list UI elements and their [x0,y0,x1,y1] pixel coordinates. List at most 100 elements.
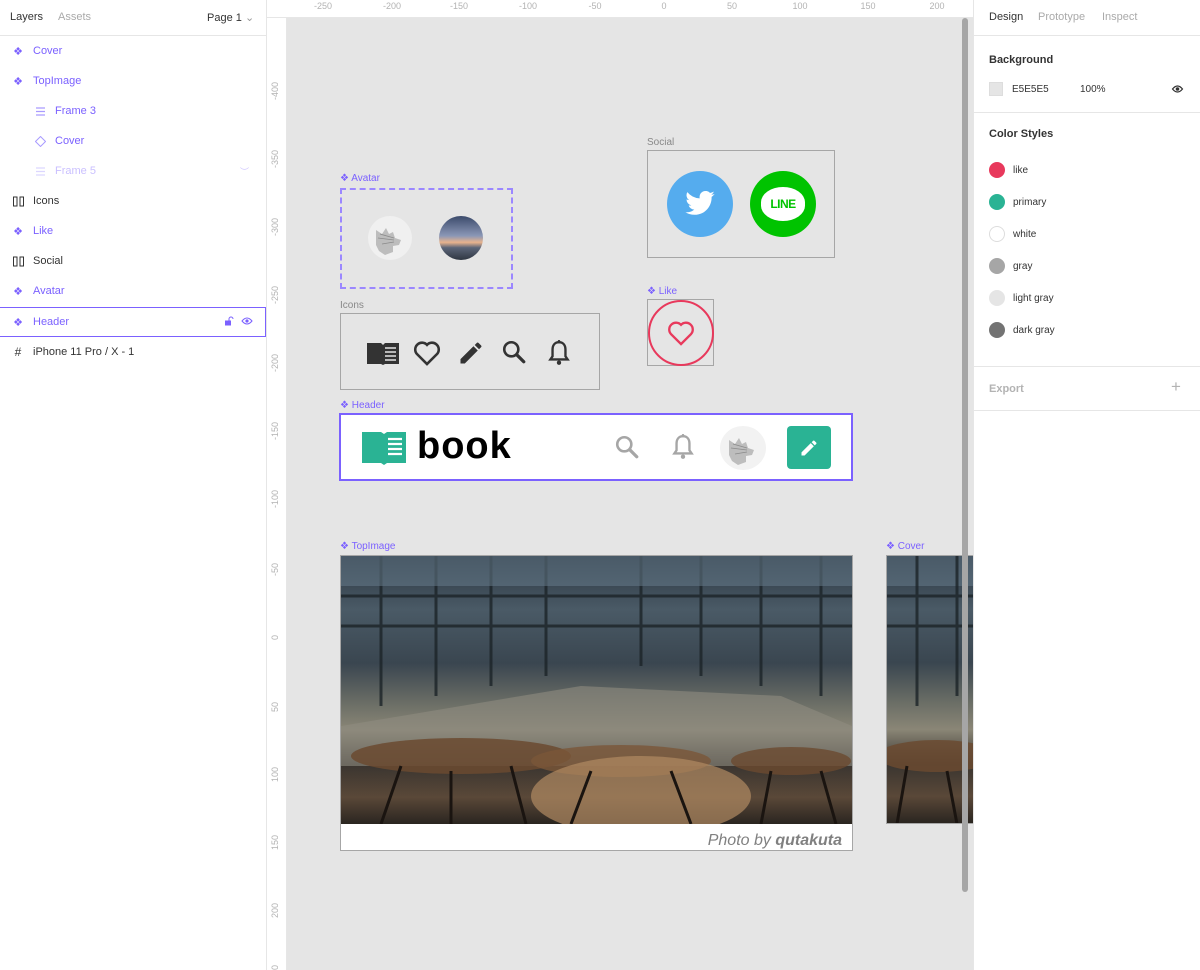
layer-label: Icons [33,195,60,207]
photo-credit-prefix: Photo by [707,832,771,849]
color-style-label: primary [1013,196,1047,208]
twitter-bird-icon [685,190,715,215]
tab-assets[interactable]: Assets [58,11,91,23]
canvas-scrollbar[interactable] [962,18,968,892]
avatar-moose-image [368,216,412,260]
header-component[interactable]: book [339,413,853,481]
component-icon: ❖ [13,285,23,298]
header-edit-button[interactable] [787,426,831,469]
twitter-button[interactable] [667,171,733,237]
layer-icons[interactable]: Icons [0,186,266,216]
layer-frame3[interactable]: Frame 3 [0,96,266,126]
like-heart-icon [668,321,694,346]
export-section: Export + [974,367,1200,411]
ruler-tick-label: 50 [726,1,738,11]
layer-avatar[interactable]: ❖ Avatar [0,276,266,306]
component-icon: ❖ [13,316,23,329]
eye-icon[interactable] [241,316,253,329]
layer-iphone-frame[interactable]: # iPhone 11 Pro / X - 1 [0,337,266,367]
layer-social[interactable]: Social [0,246,266,276]
ruler-tick-label: -200 [270,353,280,372]
background-opacity-value[interactable]: 100% [1080,84,1106,95]
icons-frame[interactable] [340,313,600,390]
tab-design[interactable]: Design [989,11,1023,23]
line-button[interactable]: LINE [750,171,816,237]
background-hex-value[interactable]: E5E5E5 [1012,84,1049,95]
color-style-item[interactable]: like [989,162,1028,178]
like-component[interactable] [647,299,714,366]
tab-prototype[interactable]: Prototype [1038,11,1085,23]
bell-icon [548,340,570,365]
properties-panel: Design Prototype Inspect Background E5E5… [973,0,1200,970]
color-swatch [989,290,1005,306]
header-avatar[interactable] [720,426,766,470]
layer-like[interactable]: ❖ Like [0,216,266,246]
rows-icon [34,105,46,117]
color-style-item[interactable]: light gray [989,290,1054,306]
color-styles-title: Color Styles [989,128,1054,140]
color-style-item[interactable]: white [989,226,1036,242]
add-export-plus-icon[interactable]: + [1171,377,1181,397]
ruler-tick-label: -50 [588,1,602,11]
avatar-component[interactable] [340,188,513,289]
tab-layers[interactable]: Layers [10,11,43,23]
frame-label-social[interactable]: Social [647,137,674,148]
page-selector[interactable]: Page 1 ⌄ [207,11,254,24]
frame-label-topimage[interactable]: ❖ TopImage [340,541,395,552]
instance-icon [34,135,46,147]
lock-icon[interactable] [224,316,234,329]
layer-header[interactable]: ❖ Header [0,307,266,337]
ruler-tick-label: -150 [270,421,280,440]
ruler-top: -250 -200 -150 -100 -50 0 50 100 150 200 [267,0,973,18]
ruler-left: -400 -350 -300 -250 -200 -150 -100 -50 0… [267,18,287,970]
frame-label-like[interactable]: ❖ Like [647,286,677,297]
ruler-tick-label: -350 [270,149,280,168]
frame-label-text: Avatar [351,173,380,184]
social-frame[interactable]: LINE [647,150,835,258]
ruler-tick-label: -50 [270,562,280,576]
tab-inspect[interactable]: Inspect [1102,11,1137,23]
photo-credit-author: qutakuta [775,832,842,849]
ruler-tick-label: -150 [449,1,469,11]
eye-icon[interactable] [1171,84,1184,94]
color-style-item[interactable]: primary [989,194,1046,210]
background-title: Background [989,54,1054,66]
layer-topimage[interactable]: ❖ TopImage [0,66,266,96]
color-swatch [989,162,1005,178]
frame-label-header[interactable]: ❖ Header [340,400,385,411]
line-bubble-icon: LINE [761,187,805,221]
layer-label: iPhone 11 Pro / X - 1 [33,346,135,358]
hidden-eye-icon[interactable]: ︶ [240,165,249,178]
layer-label: Cover [33,45,63,57]
color-style-item[interactable]: gray [989,258,1032,274]
background-color-swatch[interactable] [989,82,1003,96]
frame-label-text: TopImage [351,541,396,552]
header-search-icon[interactable] [614,434,640,460]
like-button[interactable] [648,300,714,366]
layer-cover[interactable]: ❖ Cover [0,36,266,66]
frame-label-cover[interactable]: ❖ Cover [886,541,924,552]
ruler-tick-label: 200 [929,1,945,11]
background-section: Background E5E5E5 100% [974,37,1200,113]
layer-frame5[interactable]: Frame 5 ︶ [0,156,266,186]
color-style-item[interactable]: dark gray [989,322,1055,338]
ruler-tick-label: 250 [270,965,280,970]
topimage-component[interactable]: Photo by qutakuta [340,555,853,851]
color-style-label: dark gray [1013,324,1055,336]
frame-label-icons[interactable]: Icons [340,300,364,311]
avatar-sunset-image [439,216,483,260]
header-bell-icon[interactable] [670,433,696,461]
design-canvas[interactable]: ❖ Avatar Social LINE Icons ❖ Like ❖ Head… [287,18,973,970]
chevron-down-icon: ⌄ [244,12,255,24]
layer-label: TopImage [33,75,82,87]
color-swatch [989,322,1005,338]
color-styles-section: Color Styles like primary white gray lig… [974,113,1200,367]
search-icon [502,340,526,364]
ruler-tick-label: 0 [661,1,667,11]
frame-label-avatar[interactable]: ❖ Avatar [340,173,380,184]
cover-component[interactable] [886,555,973,824]
layer-cover-instance[interactable]: Cover [0,126,266,156]
frame-label-text: Like [658,286,678,297]
layer-label: Header [33,316,70,328]
component-icon: ❖ [13,225,23,238]
